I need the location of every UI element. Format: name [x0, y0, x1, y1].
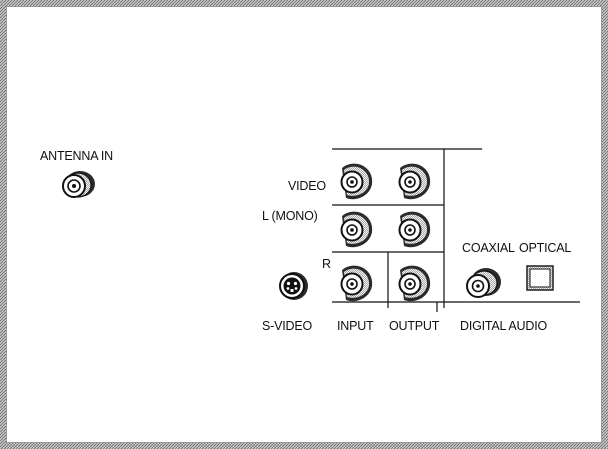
- input-column-label: INPUT: [337, 319, 374, 333]
- svideo-label: S-VIDEO: [262, 319, 312, 333]
- rca-jack-icon: [340, 265, 373, 302]
- optical-label: OPTICAL: [519, 241, 571, 255]
- right-row-label: R: [322, 257, 331, 271]
- rca-jack-icon: [398, 265, 431, 302]
- coaxial-label: COAXIAL: [462, 241, 515, 255]
- output-column-label: OUTPUT: [389, 319, 440, 333]
- digital-audio-label: DIGITAL AUDIO: [460, 319, 547, 333]
- panel-frame: [0, 0, 608, 449]
- optical-port-icon: [526, 265, 554, 291]
- rca-jack-icon: [398, 211, 431, 248]
- left-mono-row-label: L (MONO): [262, 209, 318, 223]
- video-input-jack: [340, 163, 373, 200]
- audio-left-output-jack: [398, 211, 431, 248]
- video-row-label: VIDEO: [288, 179, 326, 193]
- video-output-jack: [398, 163, 431, 200]
- antenna-in-connector-icon: [62, 171, 95, 198]
- coax-connector-icon: [466, 268, 501, 298]
- rear-panel-diagram: ANTENNA IN VIDEO L (MONO) R S-VIDEO INPU…: [0, 0, 608, 449]
- antenna-in-label: ANTENNA IN: [40, 149, 113, 163]
- svideo-jack-icon: [279, 272, 308, 300]
- audio-left-input-jack: [340, 211, 373, 248]
- rca-jack-icon: [340, 211, 373, 248]
- rca-jack-icon: [340, 163, 373, 200]
- coaxial-digital-jack: [466, 268, 501, 298]
- audio-right-input-jack: [340, 265, 373, 302]
- rca-jack-icon: [398, 163, 431, 200]
- audio-right-output-jack: [398, 265, 431, 302]
